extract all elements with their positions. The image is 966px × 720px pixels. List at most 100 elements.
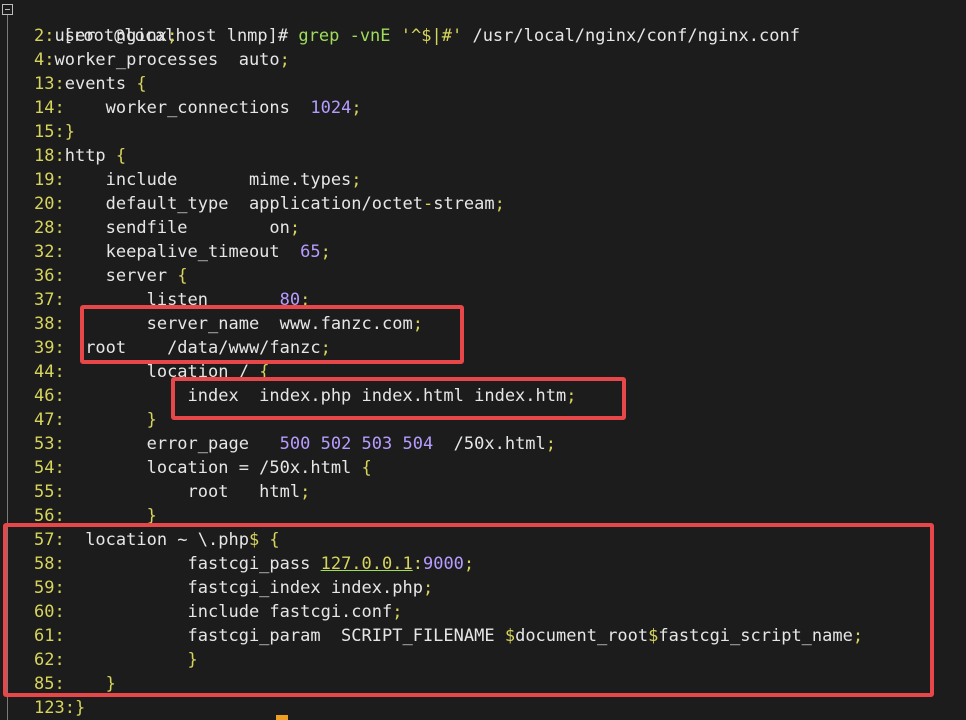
output-line: 62: } <box>34 648 198 672</box>
code-token: stream <box>433 194 495 214</box>
code-token: location ~ \.php <box>64 530 249 550</box>
code-token: events <box>64 74 137 94</box>
line-number: 53: <box>34 434 65 454</box>
line-number: 14: <box>34 98 65 118</box>
output-line: 38: server_name www.fanzc.com; <box>34 312 423 336</box>
output-line: 85: } <box>34 672 116 696</box>
code-token: $ <box>504 626 516 646</box>
code-token: ; <box>422 578 434 598</box>
line-number: 44: <box>34 362 65 382</box>
code-token: ; <box>320 338 331 358</box>
output-line: 36: server { <box>34 264 188 288</box>
code-token: { <box>177 266 188 286</box>
line-number: 19: <box>34 170 65 190</box>
code-token: ; <box>852 626 864 646</box>
code-token: include mime.types <box>64 170 352 190</box>
code-token: server_name www.fanzc.com <box>64 314 413 334</box>
prompt-line: [root@localhost lnmp]# grep -vnE '^$|#' … <box>22 0 800 46</box>
code-token: sendfile on <box>64 218 290 238</box>
line-number: 32: <box>34 242 65 262</box>
output-line: 54: location = /50x.html { <box>34 456 372 480</box>
code-token: - <box>422 194 434 214</box>
output-line: 47: } <box>34 408 157 432</box>
output-line: 28: sendfile on; <box>34 216 300 240</box>
output-line: 14: worker_connections 1024; <box>34 96 362 120</box>
code-token: index index.php index.html index.htm <box>64 386 567 406</box>
code-token: 500 502 503 504 <box>279 434 434 454</box>
code-token: ; <box>351 170 362 190</box>
output-line: 32: keepalive_timeout 65; <box>34 240 331 264</box>
output-line: 4:worker_processes auto; <box>34 48 290 72</box>
output-line: 60: include fastcgi.conf; <box>34 600 402 624</box>
line-number: 58: <box>34 554 65 574</box>
line-number: 38: <box>34 314 65 334</box>
fold-gutter-line <box>7 15 8 720</box>
code-token: } <box>74 698 86 718</box>
fold-collapse-icon[interactable] <box>2 4 13 15</box>
output-line: 18:http { <box>34 144 126 168</box>
code-token: ; <box>351 98 362 118</box>
code-token: error_page <box>64 434 280 454</box>
output-line: 53: error_page 500 502 503 504 /50x.html… <box>34 432 556 456</box>
code-token: 127.0.0.1 <box>320 554 413 574</box>
code-token: ; <box>167 26 178 46</box>
line-number: 60: <box>34 602 65 622</box>
output-line: 37: listen 80; <box>34 288 310 312</box>
output-line: 56: } <box>34 504 157 528</box>
code-token: /50x.html <box>433 434 546 454</box>
line-number: 39: <box>34 338 65 358</box>
output-line: 46: index index.php index.html index.htm… <box>34 384 576 408</box>
line-number: 28: <box>34 218 65 238</box>
code-token: user nginx <box>54 26 168 46</box>
code-token: { <box>115 146 127 166</box>
line-number: 13: <box>34 74 65 94</box>
code-token: fastcgi_index index.php <box>64 578 423 598</box>
code-token: } <box>146 410 157 430</box>
code-token: listen <box>64 290 280 310</box>
command-pattern: '^$|#' <box>400 26 463 46</box>
terminal-window[interactable]: [root@localhost lnmp]# grep -vnE '^$|#' … <box>0 0 966 720</box>
output-line: 55: root html; <box>34 480 310 504</box>
code-token: ; <box>494 194 505 214</box>
code-token: ; <box>300 482 311 502</box>
line-number: 61: <box>34 626 65 646</box>
code-token: } <box>64 122 75 142</box>
code-token: ; <box>320 242 331 262</box>
code-token: worker_connections <box>64 98 311 118</box>
code-token: ; <box>412 314 423 334</box>
code-token: server <box>64 266 178 286</box>
code-token: root /data/www/fanzc <box>64 338 321 358</box>
line-number: 47: <box>34 410 65 430</box>
code-token: root html <box>64 482 301 502</box>
code-token: } <box>187 650 198 670</box>
code-token: $ { <box>248 530 280 550</box>
output-line: 13:events { <box>34 72 147 96</box>
line-number: 123: <box>34 698 75 718</box>
output-line: 123:} <box>34 696 85 720</box>
code-token: } <box>146 506 157 526</box>
code-token: keepalive_timeout <box>64 242 301 262</box>
code-token: ; <box>392 602 403 622</box>
code-token: fastcgi_param SCRIPT_FILENAME <box>64 626 505 646</box>
line-number: 18: <box>34 146 65 166</box>
command-name: grep <box>298 26 340 46</box>
line-number: 57: <box>34 530 65 550</box>
code-token: ; <box>300 290 311 310</box>
code-token: ; <box>566 386 577 406</box>
code-token: ; <box>279 50 290 70</box>
line-number: 20: <box>34 194 65 214</box>
code-token: ; <box>463 554 475 574</box>
code-token: $ <box>648 626 659 646</box>
output-line: 58: fastcgi_pass 127.0.0.1:9000; <box>34 552 474 576</box>
output-line: 2:user nginx; <box>34 24 177 48</box>
output-line: 61: fastcgi_param SCRIPT_FILENAME $docum… <box>34 624 863 648</box>
output-line: 39: root /data/www/fanzc; <box>34 336 331 360</box>
line-number: 54: <box>34 458 65 478</box>
line-number: 85: <box>34 674 65 694</box>
code-token: worker_processes auto <box>54 50 280 70</box>
output-line: 57: location ~ \.php$ { <box>34 528 280 552</box>
